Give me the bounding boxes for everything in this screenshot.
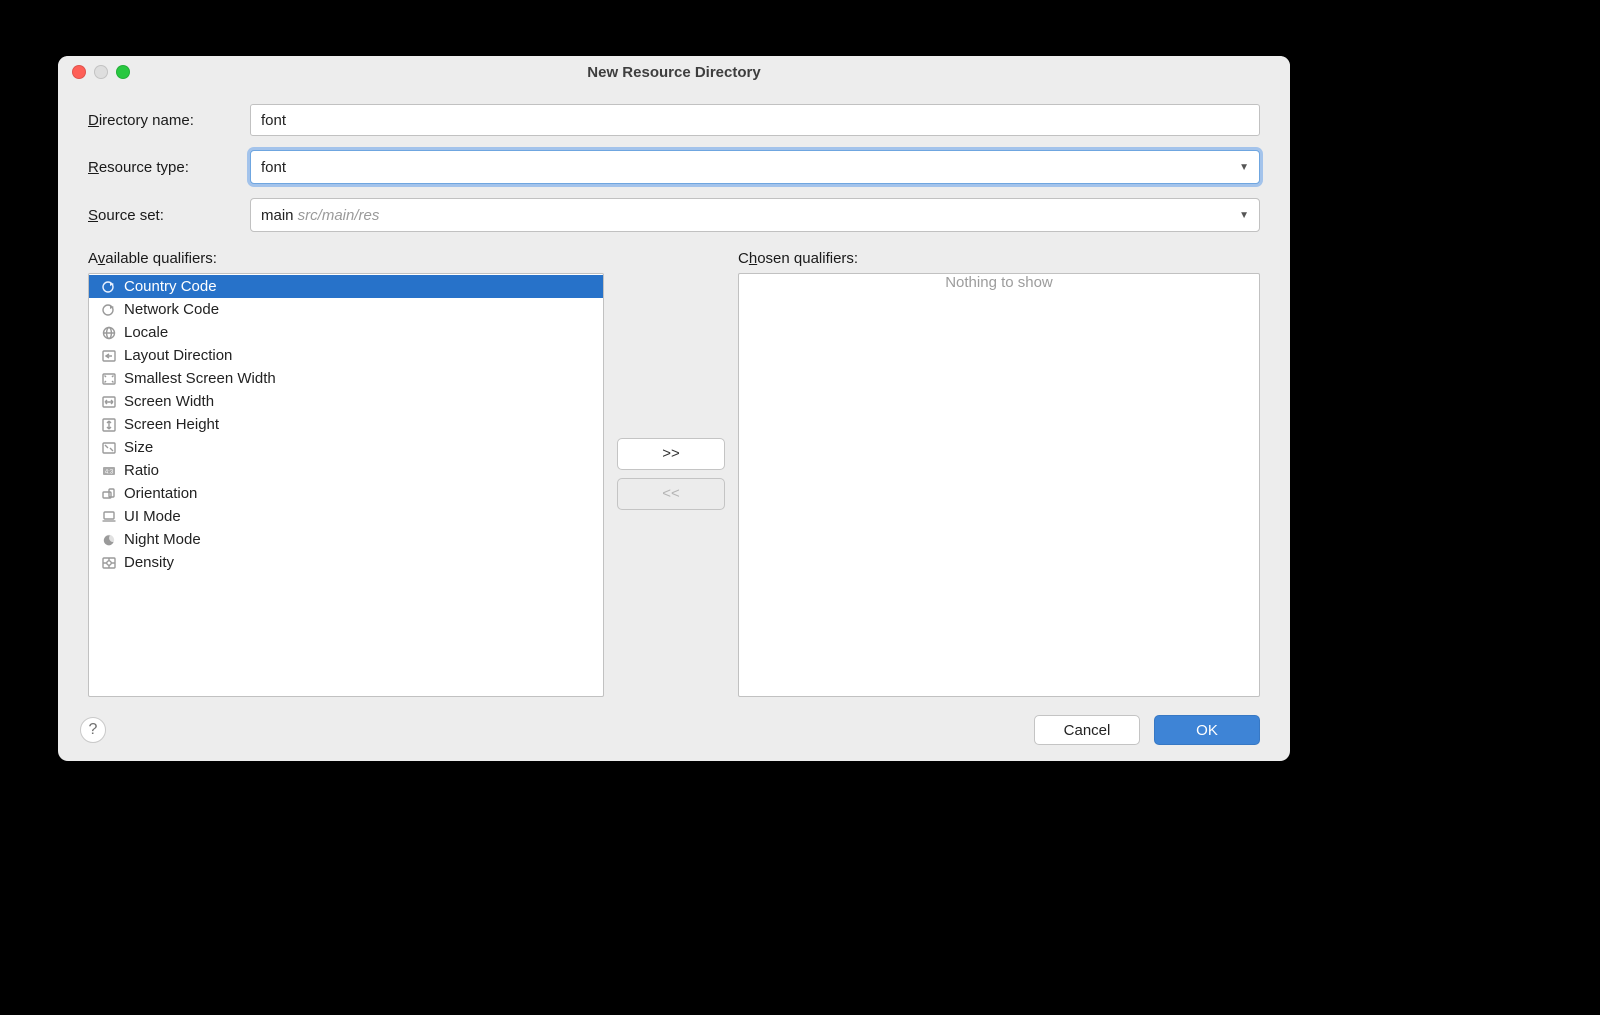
density-icon	[101, 555, 117, 571]
qualifier-item-ratio[interactable]: 4:3 Ratio	[89, 459, 603, 482]
globe-flag-icon	[101, 279, 117, 295]
expand-icon	[101, 440, 117, 456]
qualifier-item-ui-mode[interactable]: UI Mode	[89, 505, 603, 528]
chosen-empty-text: Nothing to show	[739, 274, 1259, 291]
dialog-new-resource-directory: New Resource Directory Directory name: R…	[58, 56, 1290, 761]
globe-icon	[101, 325, 117, 341]
source-set-select[interactable]: main src/main/res ▼	[250, 198, 1260, 232]
qualifier-item-label: Smallest Screen Width	[124, 370, 276, 387]
help-button[interactable]: ?	[80, 717, 106, 743]
add-qualifier-button[interactable]: >>	[617, 438, 725, 470]
qualifier-item-label: Locale	[124, 324, 168, 341]
qualifier-item-label: Layout Direction	[124, 347, 232, 364]
arrows-v-icon	[101, 417, 117, 433]
label-available: Available qualifiers:	[88, 250, 604, 267]
arrows-out-icon	[101, 371, 117, 387]
chevron-down-icon: ▼	[1239, 162, 1249, 173]
ok-button[interactable]: OK	[1154, 715, 1260, 745]
orientation-icon	[101, 486, 117, 502]
qualifier-item-locale[interactable]: Locale	[89, 321, 603, 344]
globe-flag-icon	[101, 302, 117, 318]
qualifier-item-network-code[interactable]: Network Code	[89, 298, 603, 321]
laptop-icon	[101, 509, 117, 525]
transfer-buttons: >> <<	[612, 250, 730, 697]
qualifier-item-size[interactable]: Size	[89, 436, 603, 459]
qualifier-item-label: Screen Width	[124, 393, 214, 410]
qualifier-item-label: Orientation	[124, 485, 197, 502]
dialog-footer: ? Cancel OK	[58, 705, 1290, 761]
available-listbox[interactable]: Country Code Network Code Locale Layout Dir…	[88, 273, 604, 697]
qualifier-item-label: Size	[124, 439, 153, 456]
qualifier-item-label: Density	[124, 554, 174, 571]
label-source-set: Source set:	[88, 207, 236, 224]
resource-type-select[interactable]: font ▼	[250, 150, 1260, 184]
qualifier-item-label: Night Mode	[124, 531, 201, 548]
arrow-left-box-icon	[101, 348, 117, 364]
resource-type-value: font	[261, 159, 1239, 176]
available-column: Available qualifiers: Country Code Networ…	[88, 250, 604, 697]
qualifier-item-country-code[interactable]: Country Code	[89, 275, 603, 298]
titlebar: New Resource Directory	[58, 56, 1290, 90]
window-controls	[72, 65, 130, 79]
label-directory-name: Directory name:	[88, 112, 236, 129]
qualifier-item-screen-width[interactable]: Screen Width	[89, 390, 603, 413]
qualifier-item-orientation[interactable]: Orientation	[89, 482, 603, 505]
arrows-h-icon	[101, 394, 117, 410]
qualifier-item-label: Network Code	[124, 301, 219, 318]
qualifier-item-screen-height[interactable]: Screen Height	[89, 413, 603, 436]
remove-qualifier-button: <<	[617, 478, 725, 510]
qualifier-item-label: Ratio	[124, 462, 159, 479]
source-set-value: main src/main/res	[261, 207, 1239, 224]
dialog-body: Directory name: Resource type: font ▼ So…	[58, 90, 1290, 705]
chevron-down-icon: ▼	[1239, 210, 1249, 221]
qualifier-item-layout-direction[interactable]: Layout Direction	[89, 344, 603, 367]
minimize-window-button	[94, 65, 108, 79]
qualifier-item-label: Screen Height	[124, 416, 219, 433]
chosen-listbox[interactable]: Nothing to show	[738, 273, 1260, 697]
row-directory-name: Directory name:	[88, 104, 1260, 136]
svg-text:4:3: 4:3	[105, 469, 114, 475]
dialog-title: New Resource Directory	[587, 64, 760, 81]
qualifier-item-label: UI Mode	[124, 508, 181, 525]
label-resource-type: Resource type:	[88, 159, 236, 176]
zoom-window-button[interactable]	[116, 65, 130, 79]
row-source-set: Source set: main src/main/res ▼	[88, 198, 1260, 232]
close-window-button[interactable]	[72, 65, 86, 79]
row-resource-type: Resource type: font ▼	[88, 150, 1260, 184]
chosen-column: Chosen qualifiers: Nothing to show	[738, 250, 1260, 697]
qualifier-item-density[interactable]: Density	[89, 551, 603, 574]
label-chosen: Chosen qualifiers:	[738, 250, 1260, 267]
directory-name-input[interactable]	[250, 104, 1260, 136]
moon-icon	[101, 532, 117, 548]
qualifier-area: Available qualifiers: Country Code Networ…	[88, 250, 1260, 697]
qualifier-item-label: Country Code	[124, 278, 217, 295]
qualifier-item-night-mode[interactable]: Night Mode	[89, 528, 603, 551]
ratio-icon: 4:3	[101, 463, 117, 479]
cancel-button[interactable]: Cancel	[1034, 715, 1140, 745]
qualifier-item-smallest-screen-width[interactable]: Smallest Screen Width	[89, 367, 603, 390]
